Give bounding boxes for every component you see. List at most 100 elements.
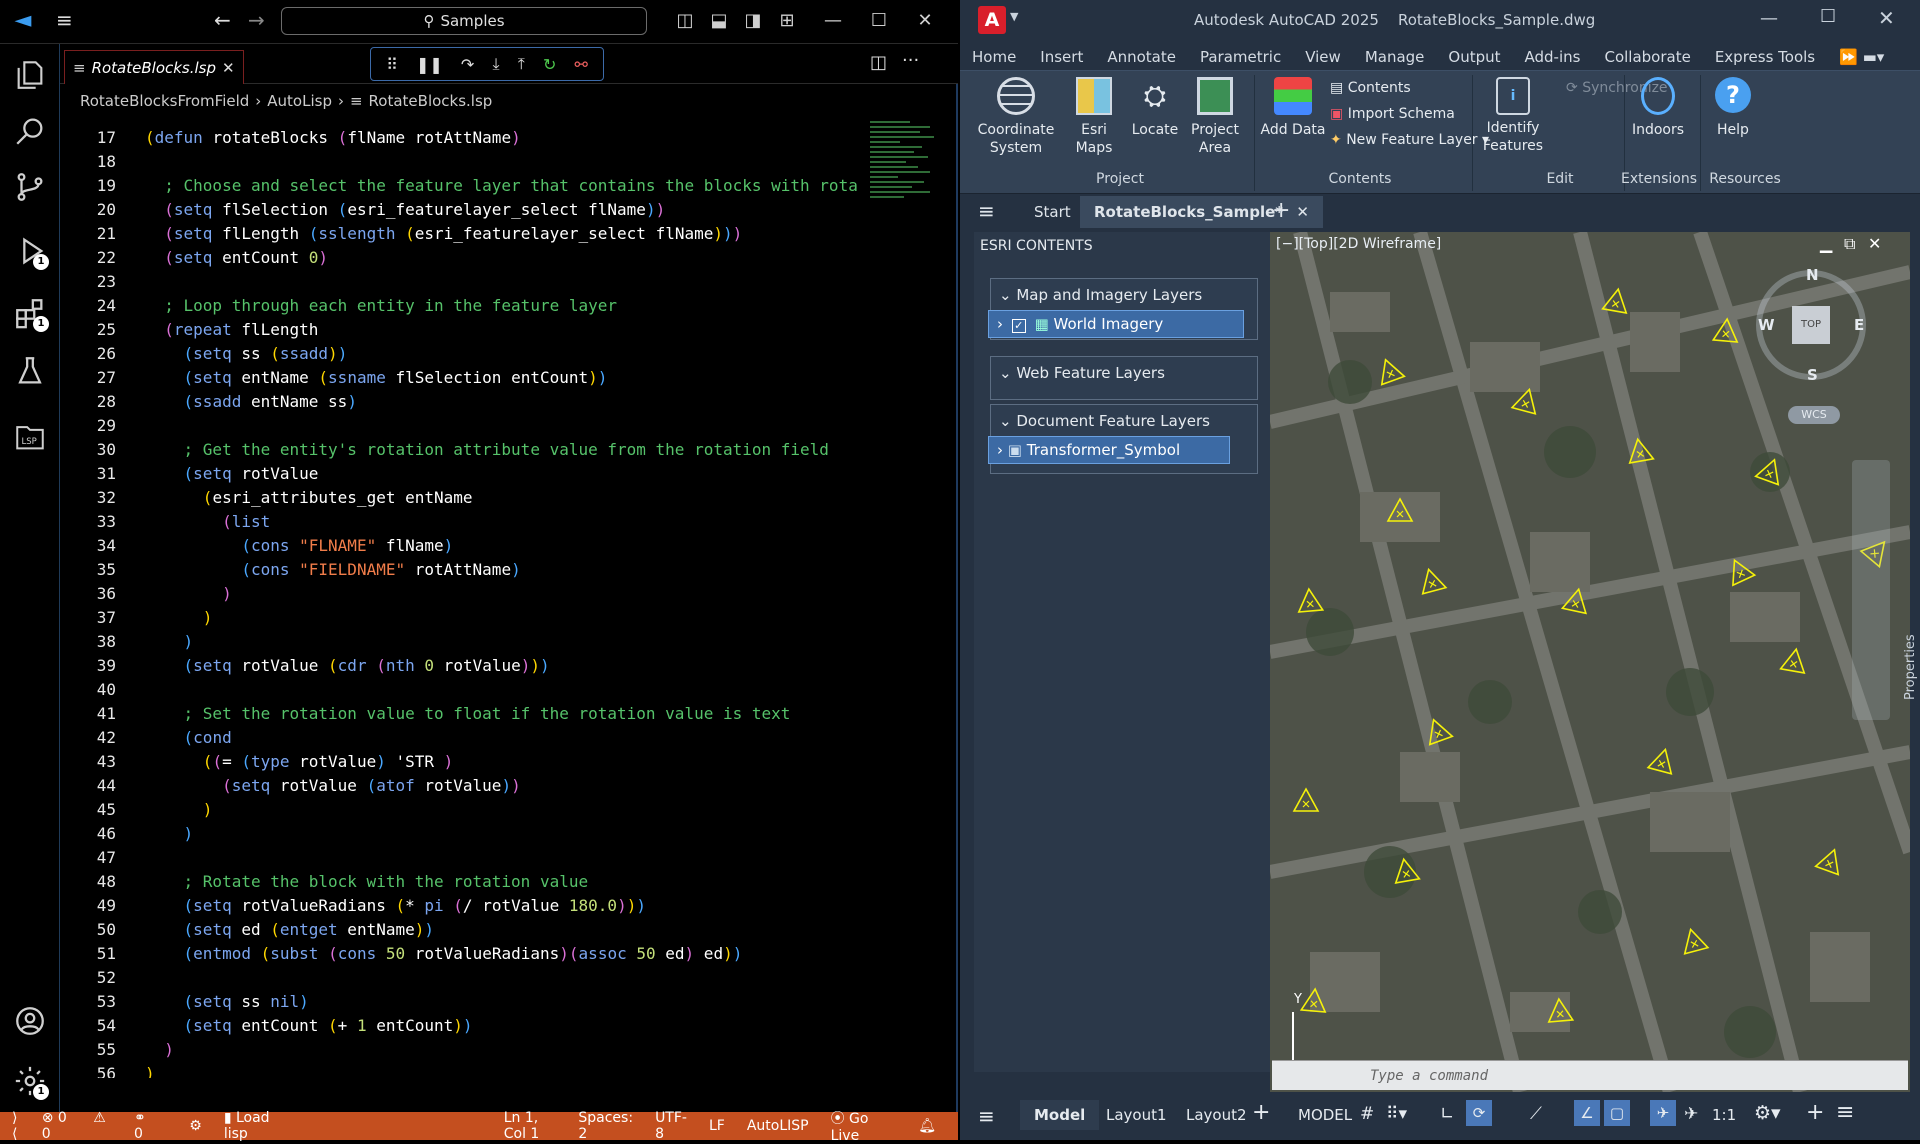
code-line[interactable]: (entmod (subst (cons 50 rotValueRadians)… [145, 944, 743, 963]
transformer-symbol[interactable] [1711, 317, 1739, 343]
customize-layout-icon[interactable]: ⊞ [774, 8, 800, 34]
tab-output[interactable]: Output [1436, 44, 1512, 70]
minimize-icon[interactable]: — [820, 8, 846, 34]
encoding[interactable]: UTF-8 [655, 1110, 687, 1142]
ortho-icon[interactable]: ∟ [1440, 1104, 1454, 1124]
step-over-icon[interactable]: ↷ [461, 55, 474, 74]
code-line[interactable]: (setq entCount 0) [145, 248, 328, 267]
code-line[interactable]: (setq rotValue [145, 464, 319, 483]
chevron-right-icon[interactable]: › [997, 441, 1003, 459]
step-into-icon[interactable]: ⤓ [492, 54, 499, 74]
viewport-restore-icon[interactable]: ⧉ [1844, 234, 1855, 254]
minimap[interactable] [868, 118, 946, 228]
disconnect-icon[interactable]: ⚯ [575, 55, 588, 74]
web-feature-group[interactable]: ⌄ Web Feature Layers [990, 356, 1258, 400]
transformer-symbol[interactable] [1814, 846, 1846, 876]
notifications-bell-icon[interactable]: 🔔︎ [918, 1118, 936, 1134]
transformer-symbol[interactable] [1754, 456, 1786, 486]
workspace-gear-icon[interactable]: ⚙▾ [1754, 1102, 1781, 1124]
command-input[interactable]: Type a command [1272, 1060, 1908, 1090]
code-line[interactable]: (setq rotValue (atof rotValue)) [145, 776, 521, 795]
close-icon[interactable]: ✕ [1296, 203, 1309, 221]
code-line[interactable]: (list [145, 512, 270, 531]
esri-maps-button[interactable]: Esri Maps [1062, 77, 1126, 157]
code-line[interactable]: (setq ss nil) [145, 992, 309, 1011]
layout-tab-layout2[interactable]: Layout2 [1186, 1106, 1247, 1124]
code-line[interactable]: (setq flSelection (esri_featurelayer_sel… [145, 200, 665, 219]
code-line[interactable]: (setq ss (ssadd)) [145, 344, 348, 363]
code-line[interactable]: (setq flLength (sslength (esri_featurela… [145, 224, 742, 243]
maximize-icon[interactable]: ☐ [866, 8, 892, 34]
back-icon[interactable]: ← [214, 8, 231, 32]
toggle-sidebar-icon[interactable]: ◫ [672, 8, 698, 34]
viewcube[interactable]: N S W E TOP [1756, 266, 1866, 384]
code-line[interactable]: ; Choose and select the feature layer th… [145, 176, 858, 195]
tab-home[interactable]: Home [960, 44, 1028, 70]
code-line[interactable]: ) [145, 1040, 174, 1059]
menu-icon[interactable]: ≡ [56, 10, 78, 32]
close-icon[interactable]: ✕ [912, 8, 938, 34]
transformer-symbol[interactable] [1374, 356, 1406, 386]
grid-icon[interactable]: # [1360, 1104, 1374, 1124]
locate-button[interactable]: ⛭ Locate [1130, 77, 1180, 139]
drawing-viewport[interactable]: [−][Top][2D Wireframe] ▁ ⧉ ✕ N S W E TOP… [1270, 232, 1910, 1092]
breadcrumb-folder[interactable]: RotateBlocksFromField [80, 92, 249, 110]
layout-tab-model[interactable]: Model [1020, 1100, 1100, 1130]
identify-features-button[interactable]: i Identify Features [1478, 77, 1548, 155]
transformer-symbol[interactable] [1679, 926, 1710, 955]
snap-icon[interactable]: ⠿▾ [1386, 1104, 1407, 1124]
code-line[interactable]: (setq rotValue (cdr (nth 0 rotValue))) [145, 656, 550, 675]
lsp-file-icon[interactable]: LSP [13, 420, 47, 454]
toggle-secondary-sidebar-icon[interactable]: ◨ [740, 8, 766, 34]
layout-tab-layout1[interactable]: Layout1 [1106, 1106, 1167, 1124]
viewport-minimize-icon[interactable]: ▁ [1820, 234, 1832, 253]
breadcrumb-file[interactable]: RotateBlocks.lsp [369, 92, 493, 110]
code-line[interactable]: ; Get the entity's rotation attribute va… [145, 440, 829, 459]
close-icon[interactable]: ✕ [1878, 6, 1895, 30]
code-line[interactable]: (ssadd entName ss) [145, 392, 357, 411]
app-menu-icon[interactable]: ≡ [978, 199, 995, 223]
transformer-symbol[interactable] [1560, 587, 1590, 615]
annotation-scale-icon[interactable]: ✈ [1684, 1104, 1698, 1124]
command-center-search[interactable]: ⚲ Samples [281, 7, 647, 35]
contents-button[interactable]: ▤ Contents [1330, 79, 1411, 97]
tab-collaborate[interactable]: Collaborate [1592, 44, 1702, 70]
code-line[interactable]: ; Rotate the block with the rotation val… [145, 872, 589, 891]
transformer-symbol[interactable] [1299, 987, 1327, 1013]
explorer-icon[interactable] [13, 58, 47, 92]
accounts-icon[interactable] [13, 1004, 47, 1038]
code-line[interactable]: (defun rotateBlocks (flName rotAttName) [145, 128, 521, 147]
code-line[interactable]: (setq rotValueRadians (* pi (/ rotValue … [145, 896, 646, 915]
breadcrumb-subfolder[interactable]: AutoLisp [267, 92, 332, 110]
tab-view[interactable]: View [1293, 44, 1353, 70]
tab-express-tools[interactable]: Express Tools [1703, 44, 1827, 70]
code-line[interactable]: ((= (type rotValue) 'STR ) [145, 752, 454, 771]
layout-menu-icon[interactable]: ≡ [978, 1104, 995, 1128]
layer-world-imagery[interactable]: › ✓ ▦ World Imagery [988, 310, 1244, 338]
extensions-icon[interactable]: 1 [13, 296, 49, 332]
new-layout-icon[interactable]: + [1252, 1100, 1270, 1125]
add-data-button[interactable]: Add Data [1260, 77, 1326, 139]
code-editor[interactable]: 17 (defun rotateBlocks (flName rotAttName… [60, 118, 866, 1078]
chevron-down-icon[interactable]: ⌄ [999, 412, 1012, 430]
tab-close-icon[interactable]: ✕ [222, 59, 235, 77]
help-button[interactable]: ? Help [1710, 77, 1756, 139]
wcs-menu[interactable]: WCS [1788, 406, 1840, 424]
plus-icon[interactable]: + [1806, 1100, 1824, 1125]
viewport-controls-label[interactable]: [−][Top][2D Wireframe] [1276, 236, 1441, 252]
ports-indicator[interactable]: ⚭ 0 [134, 1110, 167, 1142]
isodraft-icon[interactable]: ⟋ [1530, 1104, 1542, 1124]
import-schema-button[interactable]: ▣ Import Schema [1330, 105, 1455, 123]
model-space-toggle[interactable]: MODEL [1298, 1106, 1352, 1124]
transformer-symbol[interactable] [1510, 386, 1541, 415]
problems-indicator[interactable]: ⊗ 0 ⚠ 0 [42, 1110, 112, 1142]
object-snap-tracking-icon[interactable]: ∠ [1574, 1100, 1600, 1126]
code-line[interactable]: ) [145, 584, 232, 603]
code-line[interactable]: ) [145, 608, 213, 627]
end-of-line[interactable]: LF [709, 1118, 725, 1134]
code-line[interactable]: ; Loop through each entity in the featur… [145, 296, 617, 315]
step-out-icon[interactable]: ⤒ [518, 54, 525, 74]
chevron-down-icon[interactable]: ⌄ [999, 286, 1012, 304]
file-tab-start[interactable]: Start [1034, 203, 1071, 221]
transformer-symbol[interactable] [1417, 566, 1448, 595]
